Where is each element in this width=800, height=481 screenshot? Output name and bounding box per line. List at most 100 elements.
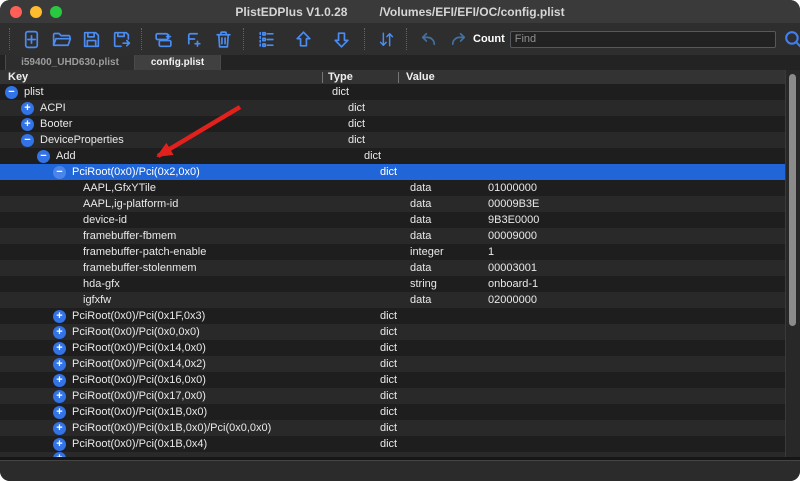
row-value: 01000000 [488,182,537,194]
table-row[interactable]: − plist dict [0,84,786,100]
table-row[interactable]: + PciRoot(0x0)/Pci(0x1B,0x0) dict [0,404,786,420]
arrow-up-icon [295,30,311,47]
row-type: data [410,182,432,194]
table-row[interactable]: hda-gfx string onboard-1 [0,276,786,292]
expand-icon[interactable]: + [53,437,66,451]
row-key: PciRoot(0x0)/Pci(0x1B,0x0)/Pci(0x0,0x0) [72,422,272,434]
row-type: dict [348,102,366,114]
row-value: 00009000 [488,230,537,242]
open-folder-icon [52,32,71,46]
expand-icon[interactable]: + [53,421,66,435]
add-child-row-button[interactable] [178,26,208,52]
tree-view-icon [258,31,274,47]
move-up-button[interactable] [288,26,318,52]
expand-icon[interactable]: + [53,357,66,371]
row-key: hda-gfx [83,278,120,290]
row-key: Booter [40,118,73,130]
expand-icon[interactable]: + [53,389,66,403]
vertical-scrollbar[interactable] [785,70,800,457]
undo-button[interactable] [413,26,443,52]
table-row[interactable]: framebuffer-patch-enable integer 1 [0,244,786,260]
table-row[interactable]: device-id data 9B3E0000 [0,212,786,228]
expand-icon[interactable]: + [53,405,66,419]
expand-icon[interactable]: + [53,341,66,355]
search-button[interactable] [782,27,800,51]
row-type: string [410,278,437,290]
row-type: dict [380,342,398,354]
delete-row-button[interactable] [208,26,238,52]
column-header-type[interactable]: Type [322,71,398,83]
save-as-button[interactable] [106,26,136,52]
zoom-button[interactable] [50,5,62,18]
tab-bar: i59400_UHD630.plist config.plist [0,55,800,70]
table-row[interactable]: framebuffer-fbmem data 00009000 [0,228,786,244]
table-row[interactable]: + PciRoot(0x0)/Pci(0x0,0x0) dict [0,324,786,340]
row-type: dict [348,134,366,146]
column-header-key[interactable]: Key [0,71,322,83]
add-row-icon [154,32,172,47]
expand-icon[interactable]: + [53,373,66,387]
save-icon [83,31,99,47]
collapse-icon[interactable]: − [37,149,50,163]
table-row[interactable]: igfxfw data 02000000 [0,292,786,308]
table-row[interactable]: + PciRoot(0x0)/Pci(0x1B,0x0)/Pci(0x0,0x0)… [0,420,786,436]
table-row[interactable]: − Add dict [0,148,786,164]
row-type: data [410,262,432,274]
table-row[interactable]: + Booter dict [0,116,786,132]
row-type: integer [410,246,444,258]
close-button[interactable] [10,5,22,18]
row-key: DeviceProperties [40,134,124,146]
expand-tree-button[interactable] [250,26,280,52]
table-row[interactable]: + PciRoot(0x0)/Pci(0x1B,0x4) dict [0,436,786,452]
new-file-button[interactable] [16,26,46,52]
collapse-icon[interactable]: − [5,85,18,99]
table-row[interactable]: + PciRoot(0x0)/Pci(0x17,0x0) dict [0,388,786,404]
table-row[interactable]: AAPL,ig-platform-id data 00009B3E [0,196,786,212]
sort-button[interactable] [371,26,401,52]
scrollbar-thumb[interactable] [789,74,796,326]
collapse-icon[interactable]: − [53,165,66,179]
row-key: PciRoot(0x0)/Pci(0x1B,0x0) [72,406,208,418]
tree-body: − plist dict + ACPI dict + Booter dict − DevicePro… [0,84,786,457]
table-row[interactable]: − PciRoot(0x0)/Pci(0x2,0x0) dict [0,164,786,180]
expand-icon[interactable]: + [21,117,34,131]
expand-icon[interactable]: + [53,325,66,339]
move-down-button[interactable] [326,26,356,52]
app-window: PlistEDPlus V1.0.28 /Volumes/EFI/EFI/OC/… [0,0,800,481]
new-file-icon [24,30,38,48]
row-type: dict [364,150,382,162]
row-type: dict [380,374,398,386]
table-row[interactable]: framebuffer-stolenmem data 00003001 [0,260,786,276]
table-row[interactable]: + ACPI dict [0,100,786,116]
find-input[interactable] [509,30,776,48]
table-row[interactable]: + PciRoot(0x0)/Pci(0x1F,0x3) dict [0,308,786,324]
row-type: dict [380,358,398,370]
title-bar: PlistEDPlus V1.0.28 /Volumes/EFI/EFI/OC/… [0,0,800,23]
tab-i59400-uhd630-plist[interactable]: i59400_UHD630.plist [5,55,135,70]
row-key: framebuffer-patch-enable [83,246,207,258]
table-row[interactable]: + PciRoot(0x0)/Pci(0x14,0x0) dict [0,340,786,356]
expand-icon[interactable]: + [53,452,66,457]
save-as-icon [113,31,130,47]
toolbar-separator [364,28,366,50]
collapse-icon[interactable]: − [21,133,34,147]
expand-icon[interactable]: + [53,309,66,323]
redo-button[interactable] [443,26,473,52]
row-key: PciRoot(0x0)/Pci(0x0,0x0) [72,326,200,338]
table-row[interactable]: + PciRoot(0x0)/Pci(0x16,0x0) dict [0,372,786,388]
row-key: PciRoot(0x0)/Pci(0x2,0x0) [72,166,200,178]
tab-config-plist[interactable]: config.plist [135,55,221,70]
expand-icon[interactable]: + [21,101,34,115]
add-row-button[interactable] [148,26,178,52]
table-row[interactable]: AAPL,GfxYTile data 01000000 [0,180,786,196]
row-type: dict [380,406,398,418]
table-row[interactable]: − DeviceProperties dict [0,132,786,148]
row-value: 00003001 [488,262,537,274]
row-value: 02000000 [488,294,537,306]
open-file-button[interactable] [46,26,76,52]
column-header-value[interactable]: Value [398,71,800,83]
row-key: framebuffer-stolenmem [83,262,197,274]
table-row[interactable]: + PciRoot(0x0)/Pci(0x14,0x2) dict [0,356,786,372]
save-button[interactable] [76,26,106,52]
minimize-button[interactable] [30,5,42,18]
